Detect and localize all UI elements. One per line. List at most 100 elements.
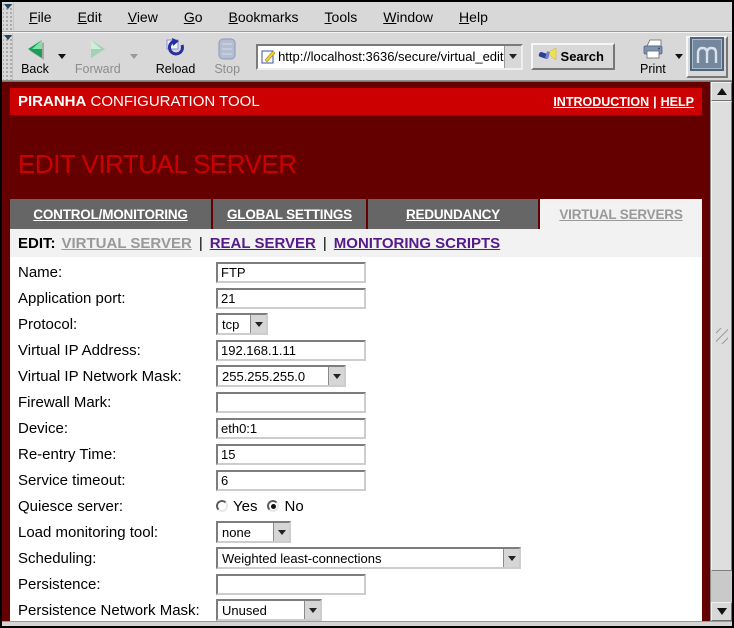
page-title: EDIT VIRTUAL SERVER <box>18 149 702 179</box>
chevron-down-icon[interactable] <box>250 315 266 333</box>
chevron-down-icon[interactable] <box>503 549 519 567</box>
tab-global-settings[interactable]: GLOBAL SETTINGS <box>213 199 366 229</box>
piranha-banner: PIRANHA CONFIGURATION TOOL INTRODUCTION |… <box>10 88 702 115</box>
field-label-protocol: Protocol: <box>18 316 216 333</box>
application-port-input[interactable] <box>216 288 366 309</box>
chevron-down-icon[interactable] <box>328 367 344 385</box>
quiesce-server-yes-label: Yes <box>233 498 257 515</box>
field-control-service-timeout <box>216 470 366 491</box>
menu-bookmarks[interactable]: Bookmarks <box>216 5 312 29</box>
menu-window[interactable]: Window <box>370 5 446 29</box>
load-monitoring-tool-select[interactable]: none <box>216 521 291 543</box>
field-control-protocol: tcp <box>216 313 268 335</box>
form-row-persistence-network-mask: Persistence Network Mask:Unused <box>18 597 702 621</box>
protocol-select[interactable]: tcp <box>216 313 268 335</box>
stop-button[interactable]: Stop <box>209 35 245 79</box>
subnav-separator: | <box>323 235 327 252</box>
toolbar-grippy[interactable] <box>3 34 13 80</box>
vertical-scrollbar[interactable] <box>710 82 732 621</box>
subnav-separator: | <box>199 235 203 252</box>
window-bottom-frame <box>2 621 732 626</box>
form-row-service-timeout: Service timeout: <box>18 467 702 493</box>
back-button[interactable]: Back <box>16 35 54 79</box>
navigation-toolbar: Back Forward Reload <box>2 32 732 81</box>
field-label-name: Name: <box>18 264 216 281</box>
scroll-down-icon[interactable] <box>711 602 732 621</box>
persistence-network-mask-select[interactable]: Unused <box>216 599 322 621</box>
field-control-scheduling: Weighted least-connections <box>216 547 521 569</box>
virtual-server-form: Name:Application port:Protocol:tcpVirtua… <box>10 257 702 621</box>
menu-file[interactable]: File <box>16 5 65 29</box>
tab-virtual-servers[interactable]: VIRTUAL SERVERS <box>540 199 702 229</box>
menu-edit[interactable]: Edit <box>65 5 115 29</box>
toolbar-grippy[interactable] <box>3 3 14 30</box>
tab-control-monitoring[interactable]: CONTROL/MONITORING <box>10 199 211 229</box>
device-input[interactable] <box>216 418 366 439</box>
virtual-ip-address-input[interactable] <box>216 340 366 361</box>
field-control-virtual-ip-network-mask: 255.255.255.0 <box>216 365 346 387</box>
field-control-persistence-network-mask: Unused <box>216 599 322 621</box>
menu-bar: FileEditViewGoBookmarksToolsWindowHelp <box>2 2 732 32</box>
url-input[interactable]: http://localhost:3636/secure/virtual_edi… <box>278 46 503 68</box>
subnav-link-real-server[interactable]: REAL SERVER <box>210 235 316 252</box>
print-icon <box>640 37 666 61</box>
chevron-down-icon[interactable] <box>273 523 289 541</box>
banner-title: PIRANHA CONFIGURATION TOOL <box>18 93 260 110</box>
url-bar[interactable]: http://localhost:3636/secure/virtual_edi… <box>256 44 522 70</box>
form-row-application-port: Application port: <box>18 285 702 311</box>
scroll-up-icon[interactable] <box>711 82 732 101</box>
field-label-application-port: Application port: <box>18 290 216 307</box>
form-row-persistence: Persistence: <box>18 571 702 597</box>
browser-window: FileEditViewGoBookmarksToolsWindowHelp B… <box>0 0 734 628</box>
scrollbar-thumb[interactable] <box>711 101 732 571</box>
form-row-virtual-ip-network-mask: Virtual IP Network Mask:255.255.255.0 <box>18 363 702 389</box>
banner-title-rest: CONFIGURATION TOOL <box>86 93 259 110</box>
reload-button[interactable]: Reload <box>151 35 201 79</box>
mozilla-logo-button[interactable] <box>686 36 728 78</box>
form-row-firewall-mark: Firewall Mark: <box>18 389 702 415</box>
banner-link-help[interactable]: HELP <box>661 95 694 109</box>
reload-icon <box>164 37 188 61</box>
search-button[interactable]: Search <box>531 43 615 70</box>
mozilla-m-icon <box>690 37 724 76</box>
tab-redundancy[interactable]: REDUNDANCY <box>368 199 538 229</box>
scrollbar-track[interactable] <box>711 101 732 602</box>
form-row-quiesce-server: Quiesce server:YesNo <box>18 493 702 519</box>
virtual-ip-network-mask-selected-value: 255.255.255.0 <box>218 369 328 384</box>
field-label-service-timeout: Service timeout: <box>18 472 216 489</box>
virtual-ip-network-mask-select[interactable]: 255.255.255.0 <box>216 365 346 387</box>
chevron-down-icon[interactable] <box>304 601 320 619</box>
field-label-device: Device: <box>18 420 216 437</box>
field-label-virtual-ip-address: Virtual IP Address: <box>18 342 216 359</box>
stop-label: Stop <box>214 62 240 76</box>
banner-link-separator: | <box>653 95 657 109</box>
menu-go[interactable]: Go <box>171 5 216 29</box>
bookmark-page-icon <box>258 46 278 68</box>
form-row-device: Device: <box>18 415 702 441</box>
quiesce-server-no-radio[interactable] <box>267 500 279 512</box>
quiesce-server-no-label: No <box>284 498 303 515</box>
re-entry-time-input[interactable] <box>216 444 366 465</box>
subnav-link-virtual-server[interactable]: VIRTUAL SERVER <box>62 235 192 252</box>
name-input[interactable] <box>216 262 366 283</box>
form-row-protocol: Protocol:tcp <box>18 311 702 337</box>
firewall-mark-input[interactable] <box>216 392 366 413</box>
banner-link-introduction[interactable]: INTRODUCTION <box>553 95 649 109</box>
menu-help[interactable]: Help <box>446 5 501 29</box>
print-button[interactable]: Print <box>635 35 671 79</box>
service-timeout-input[interactable] <box>216 470 366 491</box>
forward-label: Forward <box>75 62 121 76</box>
back-dropdown-icon[interactable] <box>58 54 66 59</box>
quiesce-server-option-yes: Yes <box>216 498 257 515</box>
menu-tools[interactable]: Tools <box>312 5 371 29</box>
subnav-link-monitoring-scripts[interactable]: MONITORING SCRIPTS <box>334 235 500 252</box>
scheduling-select[interactable]: Weighted least-connections <box>216 547 521 569</box>
forward-dropdown-icon[interactable] <box>130 54 138 59</box>
quiesce-server-yes-radio[interactable] <box>216 500 228 512</box>
persistence-input[interactable] <box>216 574 366 595</box>
print-dropdown-icon[interactable] <box>675 54 683 59</box>
menu-view[interactable]: View <box>115 5 171 29</box>
url-dropdown-icon[interactable] <box>504 46 521 68</box>
print-label: Print <box>640 62 666 76</box>
forward-button[interactable]: Forward <box>70 35 126 79</box>
